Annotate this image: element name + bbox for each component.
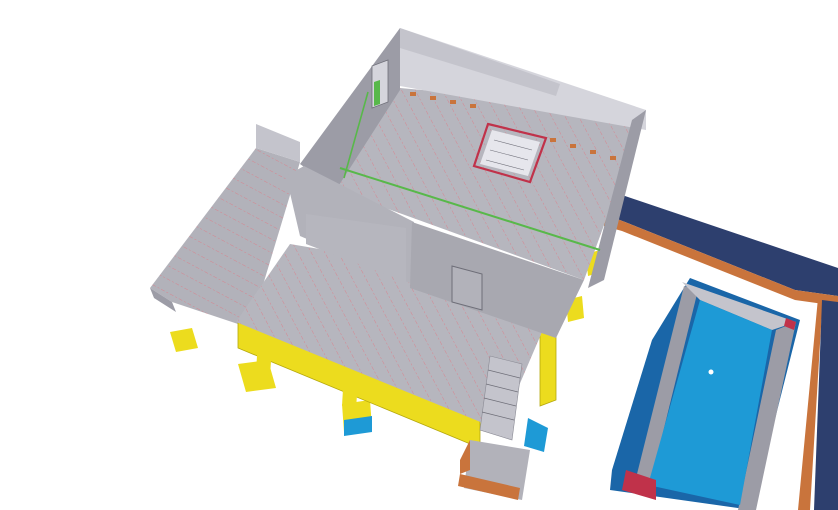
stair-landing-border (460, 440, 470, 474)
swimming-pool[interactable] (610, 278, 800, 510)
beam-post-mid (342, 372, 358, 410)
terrace-border-top-blue (600, 188, 838, 296)
pool-drain (708, 369, 714, 375)
footing-1 (170, 328, 198, 352)
door-opening (451, 265, 483, 311)
3d-scene[interactable] (0, 0, 838, 510)
stair-side-blue (524, 418, 548, 452)
model-viewport[interactable] (0, 0, 838, 510)
beam-post-left (256, 340, 272, 376)
window-green-frame (374, 80, 380, 106)
